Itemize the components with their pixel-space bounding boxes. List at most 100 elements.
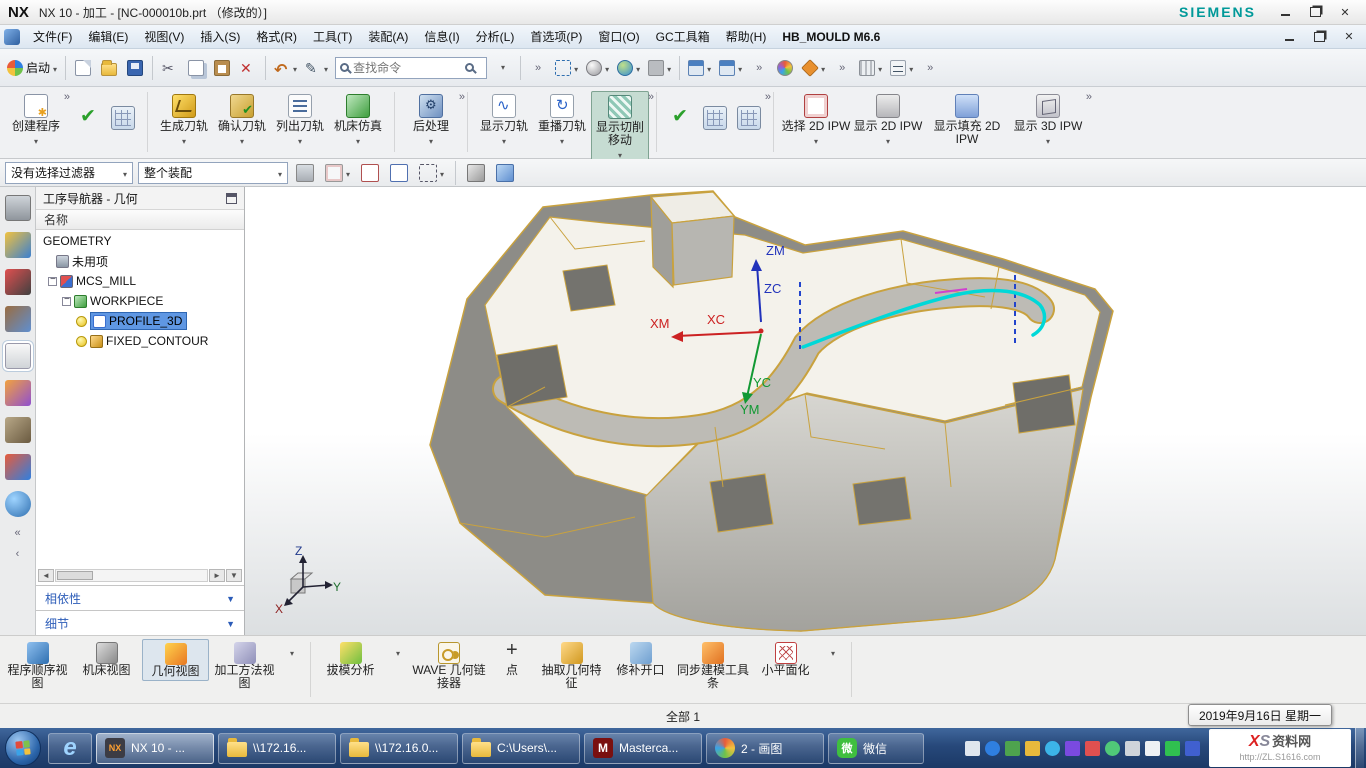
constraint-navigator-icon[interactable] bbox=[5, 269, 31, 295]
selection-scope-dropdown[interactable]: 整个装配 bbox=[138, 162, 288, 184]
delete-button[interactable] bbox=[236, 54, 260, 82]
fit-view-button[interactable] bbox=[552, 54, 581, 82]
machine-simulation-button[interactable]: 机床仿真 bbox=[329, 91, 387, 148]
overflow-chevron[interactable] bbox=[648, 89, 654, 103]
window-layout-button[interactable] bbox=[685, 54, 714, 82]
facet-body-button[interactable]: 小平面化 bbox=[752, 639, 819, 679]
taskbar-item-wechat[interactable]: 微 微信 bbox=[828, 733, 924, 764]
tray-ime-icon[interactable] bbox=[985, 741, 1000, 756]
undo-button[interactable] bbox=[271, 54, 300, 82]
taskbar-item-users-folder[interactable]: C:\Users\... bbox=[462, 733, 580, 764]
overflow-chevron[interactable] bbox=[747, 54, 771, 82]
postprocess-button[interactable]: 后处理 bbox=[402, 91, 460, 148]
palette-button[interactable] bbox=[773, 54, 797, 82]
tree-row-mcs-mill[interactable]: MCS_MILL bbox=[36, 271, 244, 291]
menu-window[interactable]: 窗口(O) bbox=[591, 26, 646, 47]
panel-window-icon[interactable] bbox=[226, 193, 237, 204]
part-navigator-icon[interactable] bbox=[5, 306, 31, 332]
tutorials-book-icon[interactable] bbox=[5, 454, 31, 480]
overflow-chevron[interactable] bbox=[1086, 89, 1092, 103]
start-orb[interactable] bbox=[5, 730, 41, 766]
overflow-chevron[interactable] bbox=[765, 89, 771, 103]
machine-tool-navigator-icon[interactable] bbox=[5, 380, 31, 406]
create-program-button[interactable]: 创建程序 bbox=[7, 91, 65, 148]
shaded-wireframe-button[interactable] bbox=[464, 159, 488, 187]
render-style-button[interactable] bbox=[583, 54, 612, 82]
cut-button[interactable] bbox=[158, 54, 182, 82]
dependencies-section-header[interactable]: 相依性 bbox=[36, 585, 244, 610]
approve-operation-button[interactable] bbox=[72, 103, 106, 131]
close-button[interactable] bbox=[1332, 4, 1358, 21]
draft-dropdown[interactable] bbox=[386, 639, 410, 667]
select-2d-ipw-button[interactable]: 选择 2D IPW bbox=[781, 91, 851, 148]
sketch-tool-button[interactable] bbox=[302, 54, 331, 82]
workpiece-grid-button[interactable] bbox=[698, 103, 732, 131]
copy-button[interactable] bbox=[184, 54, 208, 82]
patch-opening-button[interactable]: 修补开口 bbox=[607, 639, 674, 679]
show-desktop-button[interactable] bbox=[1355, 728, 1364, 768]
taskbar-item-paint[interactable]: 2 - 画图 bbox=[706, 733, 824, 764]
doc-close-button[interactable] bbox=[1336, 28, 1362, 45]
taskbar-item-nx[interactable]: NX NX 10 - ... bbox=[96, 733, 214, 764]
window-cascade-button[interactable] bbox=[716, 54, 745, 82]
horizontal-scrollbar[interactable] bbox=[38, 568, 242, 583]
tray-wechat-icon[interactable] bbox=[1105, 741, 1120, 756]
collapse-icon[interactable] bbox=[48, 277, 57, 286]
menu-view[interactable]: 视图(V) bbox=[137, 26, 191, 47]
list-toolpath-button[interactable]: 列出刀轨 bbox=[271, 91, 329, 148]
workpiece-grid2-button[interactable] bbox=[732, 103, 766, 131]
paste-button[interactable] bbox=[210, 54, 234, 82]
tray-keyboard-icon[interactable] bbox=[965, 741, 980, 756]
start-menu-button[interactable]: 启动 bbox=[4, 54, 60, 82]
tree-row-fixed-contour[interactable]: FIXED_CONTOUR bbox=[36, 331, 244, 351]
graphics-window[interactable]: ZM ZC XM XC YC YM Z Y X bbox=[245, 187, 1366, 635]
point-on-curve-button[interactable] bbox=[358, 159, 382, 187]
draft-analysis-button[interactable]: 拔模分析 bbox=[317, 639, 384, 679]
replay-toolpath-button[interactable]: 重播刀轨 bbox=[533, 91, 591, 148]
show-2d-ipw-button[interactable]: 显示 2D IPW bbox=[851, 91, 925, 148]
menu-analysis[interactable]: 分析(L) bbox=[469, 26, 522, 47]
background-button[interactable] bbox=[614, 54, 643, 82]
assembly-navigator-icon[interactable] bbox=[5, 232, 31, 258]
machining-method-view-button[interactable]: 加工方法视图 bbox=[211, 639, 278, 692]
command-finder[interactable] bbox=[335, 57, 487, 79]
menu-hb-mould[interactable]: HB_MOULD M6.6 bbox=[775, 28, 887, 46]
doc-restore-button[interactable] bbox=[1306, 28, 1332, 45]
tray-security-icon[interactable] bbox=[1085, 741, 1100, 756]
scroll-left-icon[interactable] bbox=[38, 569, 54, 582]
menu-preferences[interactable]: 首选项(P) bbox=[523, 26, 589, 47]
restore-button[interactable] bbox=[1302, 4, 1328, 21]
minimize-button[interactable] bbox=[1272, 4, 1298, 21]
program-order-view-button[interactable]: 程序顺序视图 bbox=[4, 639, 71, 692]
menu-help[interactable]: 帮助(H) bbox=[719, 26, 774, 47]
find-component-button[interactable] bbox=[293, 159, 317, 187]
menu-tools[interactable]: 工具(T) bbox=[306, 26, 359, 47]
point-button[interactable]: 点 bbox=[488, 639, 536, 679]
measure-button[interactable] bbox=[856, 54, 885, 82]
show-cut-moves-button[interactable]: 显示切削移动 bbox=[591, 91, 649, 163]
tray-network-icon[interactable] bbox=[1145, 741, 1160, 756]
tray-alert-icon[interactable] bbox=[1025, 741, 1040, 756]
show-toolpath-button[interactable]: 显示刀轨 bbox=[475, 91, 533, 148]
menu-assembly[interactable]: 装配(A) bbox=[361, 26, 415, 47]
scroll-track[interactable] bbox=[55, 569, 208, 582]
menu-format[interactable]: 格式(R) bbox=[249, 26, 304, 47]
view-group-dropdown[interactable] bbox=[280, 639, 304, 667]
tray-antivirus-icon[interactable] bbox=[1005, 741, 1020, 756]
tree-row-unused[interactable]: 未用项 bbox=[36, 251, 244, 271]
taskbar-item-network-folder-1[interactable]: \\172.16... bbox=[218, 733, 336, 764]
visualization-button[interactable] bbox=[799, 54, 828, 82]
tray-cloud-icon[interactable] bbox=[1045, 741, 1060, 756]
operation-grid-button[interactable] bbox=[106, 103, 140, 131]
shaded-solid-button[interactable] bbox=[493, 159, 517, 187]
search-dropdown[interactable] bbox=[491, 54, 515, 82]
show-fill-2d-ipw-button[interactable]: 显示填充 2D IPW bbox=[925, 91, 1009, 147]
open-button[interactable] bbox=[97, 54, 121, 82]
tree-row-profile-3d[interactable]: PROFILE_3D bbox=[36, 311, 244, 331]
display-mode-button[interactable] bbox=[645, 54, 674, 82]
bottom-toolbar-dropdown[interactable] bbox=[821, 639, 845, 667]
generate-toolpath-button[interactable]: 生成刀轨 bbox=[155, 91, 213, 148]
details-section-header[interactable]: 细节 bbox=[36, 610, 244, 635]
scroll-thumb[interactable] bbox=[57, 571, 93, 580]
dimension-button[interactable] bbox=[887, 54, 916, 82]
